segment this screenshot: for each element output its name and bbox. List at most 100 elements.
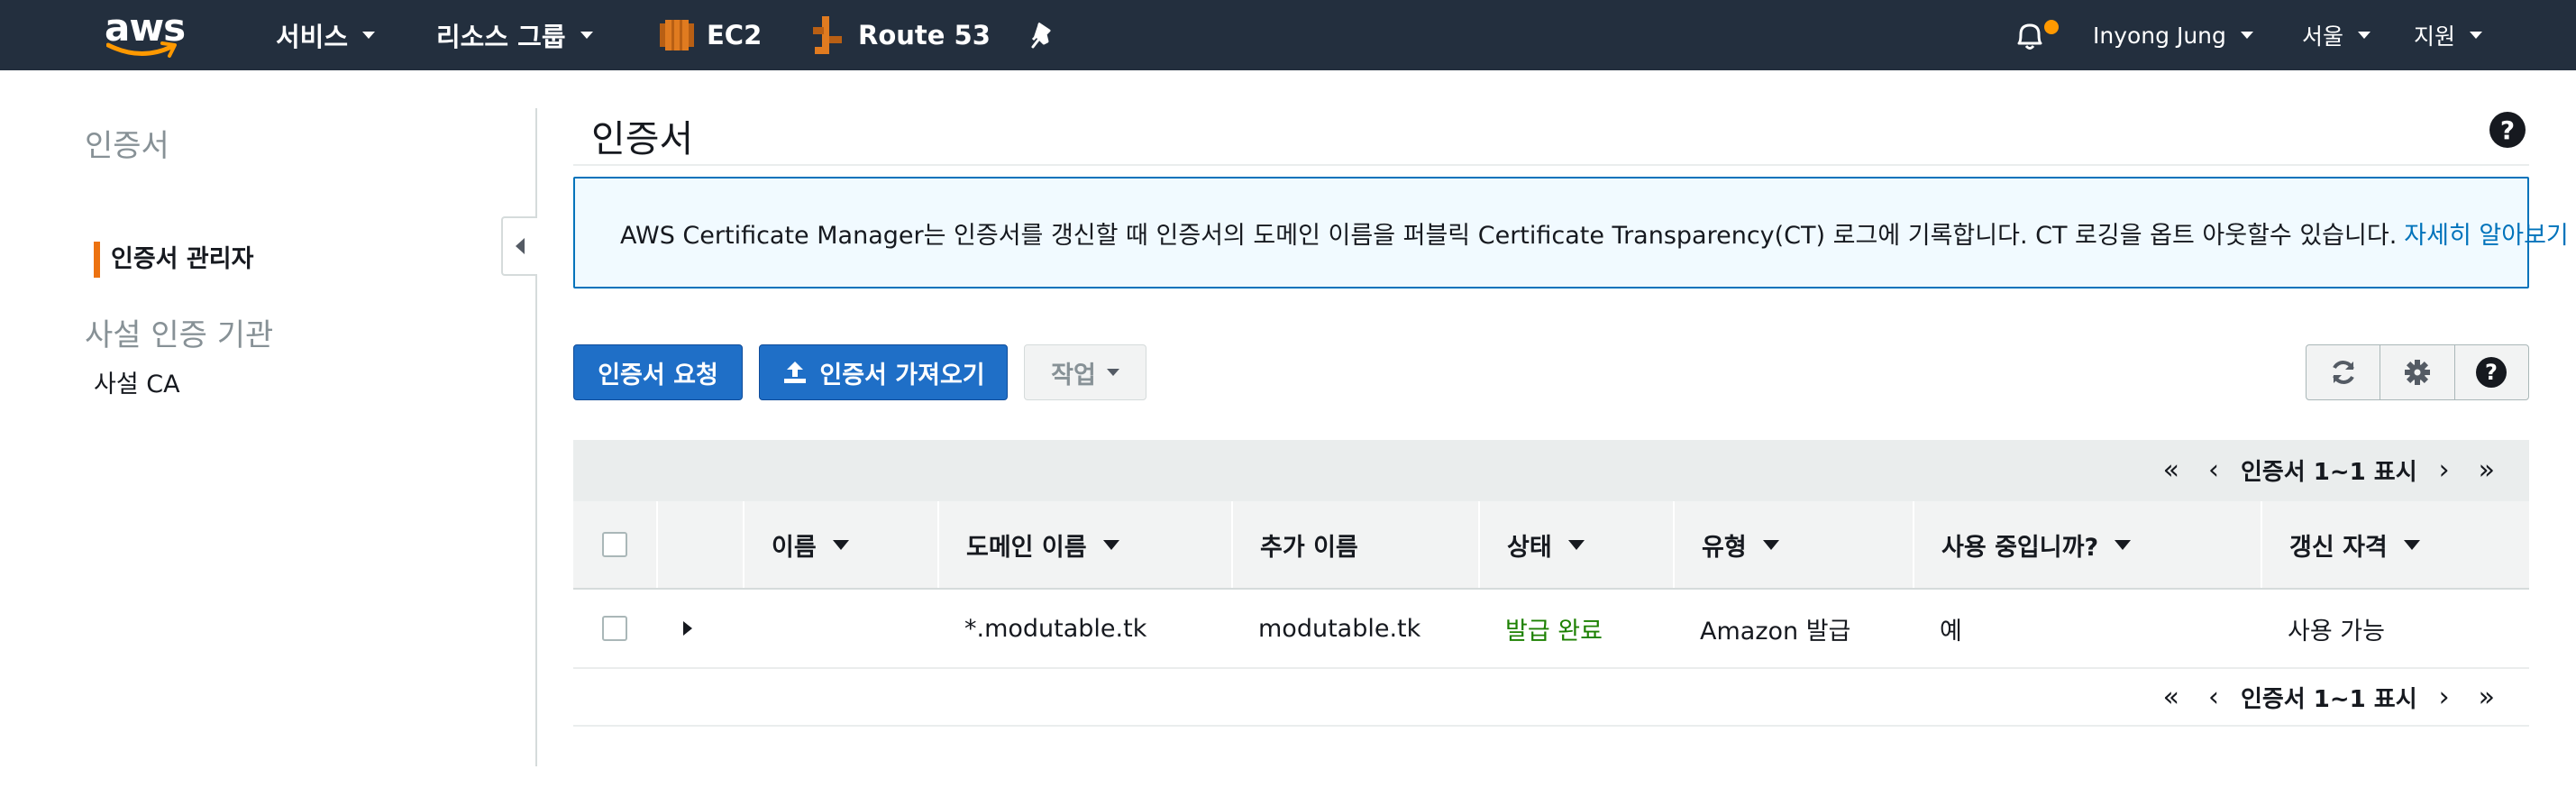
- left-sidebar: 인증서 인증서 관리자 사설 인증 기관 사설 CA: [0, 70, 537, 806]
- select-all-checkbox[interactable]: [602, 532, 627, 557]
- sort-down-icon: [1102, 539, 1119, 550]
- sidebar-divider: [535, 108, 537, 766]
- settings-button[interactable]: [2380, 345, 2455, 399]
- column-label: 갱신 자격: [2289, 533, 2388, 562]
- help-icon[interactable]: ?: [2489, 112, 2526, 148]
- info-text: AWS Certificate Manager는 인증서를 갱신할 때 인증서의…: [620, 221, 2398, 250]
- request-certificate-button[interactable]: 인증서 요청: [573, 344, 743, 400]
- first-page-icon[interactable]: «: [2163, 682, 2179, 713]
- actions-label: 작업: [1051, 361, 1096, 389]
- last-page-icon[interactable]: »: [2479, 454, 2495, 486]
- column-header-domain[interactable]: 도메인 이름: [937, 501, 1231, 588]
- sidebar-section-certificates: 인증서: [85, 128, 169, 164]
- column-header-additional-names: 추가 이름: [1231, 501, 1478, 588]
- pinned-route53-link[interactable]: Route 53: [811, 0, 991, 70]
- expand-column-header: [656, 501, 743, 588]
- expand-row-icon: [683, 621, 692, 636]
- top-navigation-bar: aws 서비스 리소스 그룹 EC2 Route 53 Inyong Jung …: [0, 0, 2576, 70]
- user-name: Inyong Jung: [2093, 22, 2226, 49]
- sort-down-icon: [1567, 539, 1585, 550]
- cell-domain: *.modutable.tk: [964, 614, 1147, 643]
- cell-in-use: 예: [1940, 617, 1962, 646]
- services-label: 서비스: [276, 22, 349, 52]
- region-label: 서울: [2302, 23, 2344, 50]
- bell-icon[interactable]: [2012, 18, 2048, 54]
- pager-text: 인증서 1~1 표시: [2240, 458, 2417, 486]
- sort-down-icon: [2403, 539, 2420, 550]
- chevron-down-icon: [2358, 32, 2371, 39]
- first-page-icon[interactable]: «: [2163, 454, 2179, 486]
- column-label: 추가 이름: [1260, 533, 1358, 562]
- prev-page-icon[interactable]: ‹: [2208, 682, 2219, 713]
- next-page-icon[interactable]: ›: [2439, 454, 2450, 486]
- help-button[interactable]: ?: [2455, 345, 2528, 399]
- ec2-label: EC2: [707, 20, 763, 50]
- resource-groups-menu[interactable]: 리소스 그룹: [436, 0, 593, 70]
- prev-page-icon[interactable]: ‹: [2208, 454, 2219, 486]
- table-header: 이름 도메인 이름 추가 이름 상태 유형 사용 중입니까? 갱신 자격: [573, 499, 2529, 590]
- aws-smile-icon: [106, 41, 177, 58]
- svg-text:?: ?: [2485, 360, 2498, 385]
- import-certificate-button[interactable]: 인증서 가져오기: [759, 344, 1008, 400]
- column-label: 사용 중입니까?: [1941, 533, 2099, 562]
- chevron-down-icon: [2240, 32, 2253, 39]
- services-menu[interactable]: 서비스: [276, 0, 376, 70]
- row-select-cell: [573, 590, 656, 667]
- route53-icon: [813, 16, 842, 54]
- last-page-icon[interactable]: »: [2479, 682, 2495, 713]
- select-all-cell: [573, 501, 656, 588]
- cell-renewal: 사용 가능: [2288, 617, 2385, 646]
- sort-down-icon: [2115, 539, 2132, 550]
- row-expand-cell[interactable]: [656, 590, 743, 667]
- column-header-renewal[interactable]: 갱신 자격: [2261, 501, 2529, 588]
- column-label: 유형: [1702, 533, 1747, 562]
- route53-label: Route 53: [858, 20, 991, 50]
- chevron-down-icon: [580, 32, 593, 39]
- pin-button[interactable]: [1031, 0, 1055, 70]
- cell-name: [743, 590, 937, 667]
- column-header-in-use[interactable]: 사용 중입니까?: [1913, 501, 2261, 588]
- next-page-icon[interactable]: ›: [2439, 682, 2450, 713]
- pager-text: 인증서 1~1 표시: [2240, 685, 2417, 713]
- cell-type: Amazon 발급: [1700, 617, 1851, 646]
- resource-groups-label: 리소스 그룹: [436, 22, 566, 52]
- table-row[interactable]: *.modutable.tk modutable.tk 발급 완료 Amazon…: [573, 590, 2529, 669]
- learn-more-link[interactable]: 자세히 알아보기: [2404, 215, 2568, 251]
- support-label: 지원: [2414, 23, 2456, 50]
- support-menu[interactable]: 지원: [2414, 0, 2483, 70]
- column-header-name[interactable]: 이름: [743, 501, 937, 588]
- table-tools-button-group: ?: [2306, 344, 2529, 400]
- ct-logging-info-banner: AWS Certificate Manager는 인증서를 갱신할 때 인증서의…: [573, 177, 2569, 289]
- sidebar-item-private-ca[interactable]: 사설 CA: [94, 364, 180, 399]
- chevron-left-icon: [516, 238, 525, 254]
- chevron-down-icon: [362, 32, 376, 39]
- title-divider: [573, 164, 2529, 166]
- column-header-type[interactable]: 유형: [1673, 501, 1913, 588]
- collapse-sidebar-button[interactable]: [501, 216, 537, 276]
- pager-top: « ‹ 인증서 1~1 표시 › »: [573, 440, 2529, 499]
- refresh-icon: [2332, 361, 2354, 384]
- chevron-down-icon: [1106, 369, 1119, 376]
- import-certificate-label: 인증서 가져오기: [819, 361, 985, 389]
- refresh-button[interactable]: [2307, 345, 2381, 399]
- pinned-ec2-link[interactable]: EC2: [660, 0, 762, 70]
- user-menu[interactable]: Inyong Jung: [2093, 0, 2253, 70]
- column-label: 상태: [1507, 533, 1552, 562]
- actions-dropdown-button[interactable]: 작업: [1024, 344, 1146, 400]
- upload-icon: [784, 362, 807, 383]
- sidebar-item-certificate-manager[interactable]: 인증서 관리자: [94, 242, 253, 278]
- chevron-down-icon: [2470, 32, 2483, 39]
- help-icon: ?: [2476, 357, 2507, 388]
- column-header-status[interactable]: 상태: [1478, 501, 1673, 588]
- sort-down-icon: [832, 539, 849, 550]
- gear-icon: [2404, 360, 2430, 385]
- region-menu[interactable]: 서울: [2302, 0, 2371, 70]
- row-checkbox[interactable]: [602, 616, 627, 641]
- pager-bottom: « ‹ 인증서 1~1 표시 › »: [573, 669, 2529, 727]
- pin-icon: [1031, 22, 1051, 49]
- cell-additional-names: modutable.tk: [1258, 614, 1421, 643]
- column-label: 도메인 이름: [966, 533, 1087, 562]
- ec2-icon: [660, 20, 694, 50]
- aws-logo[interactable]: aws: [101, 5, 186, 61]
- sort-down-icon: [1762, 539, 1779, 550]
